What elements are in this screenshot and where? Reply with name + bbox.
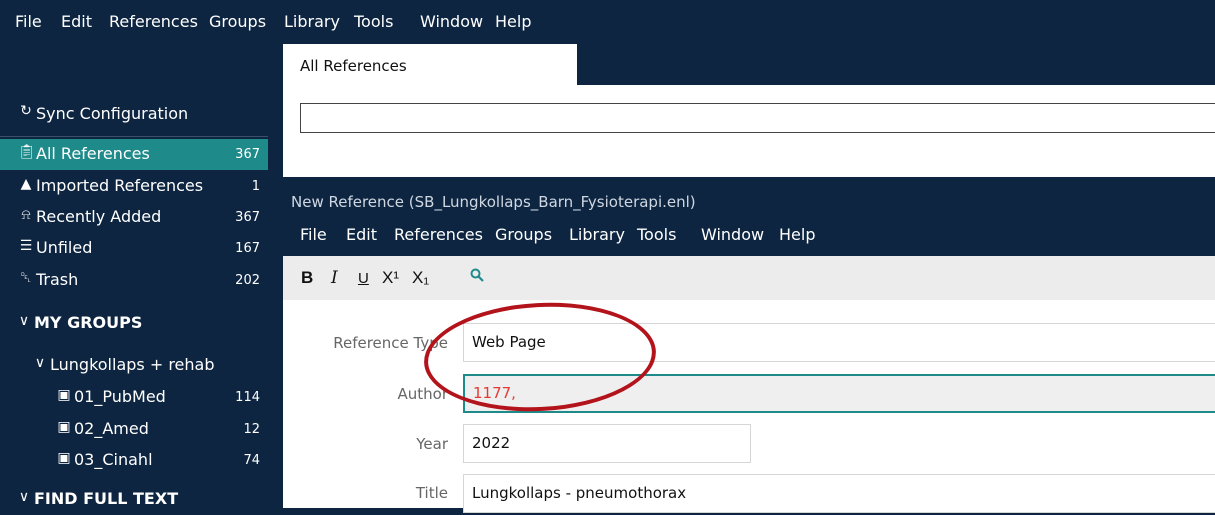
format-toolbar: B I U X¹ X₁ bbox=[283, 256, 1215, 300]
sync-configuration[interactable]: ↻ Sync Configuration bbox=[0, 96, 268, 130]
nr-menu-edit[interactable]: Edit bbox=[346, 225, 377, 244]
group-label: 03_Cinahl bbox=[74, 450, 153, 469]
find-full-text-header[interactable]: ∨ FIND FULL TEXT bbox=[0, 484, 268, 515]
chevron-down-icon: ∨ bbox=[18, 489, 30, 505]
sidebar-item-count: 167 bbox=[235, 241, 260, 256]
menu-window[interactable]: Window bbox=[420, 12, 483, 31]
underline-button[interactable]: U bbox=[358, 270, 369, 287]
chevron-down-icon: ∨ bbox=[18, 313, 30, 329]
find-full-text-label: FIND FULL TEXT bbox=[34, 489, 179, 508]
group-icon: ▣ bbox=[57, 419, 71, 435]
sidebar-item-label: Trash bbox=[36, 270, 79, 289]
group-count: 74 bbox=[243, 453, 260, 468]
reference-type-label: Reference Type bbox=[333, 334, 448, 352]
bell-icon: ⍾ bbox=[21, 207, 31, 223]
sidebar: ↻ Sync Configuration 📋︎ All References 3… bbox=[0, 44, 283, 508]
nr-menu-groups[interactable]: Groups bbox=[495, 225, 552, 244]
group-item-pubmed[interactable]: ▣ 01_PubMed 114 bbox=[0, 382, 268, 413]
group-icon: ▣ bbox=[57, 387, 71, 403]
italic-button[interactable]: I bbox=[331, 268, 338, 288]
group-set-label: Lungkollaps + rehab bbox=[50, 355, 215, 374]
title-field[interactable]: Lungkollaps - pneumothorax bbox=[463, 474, 1215, 513]
sidebar-item-imported-references[interactable]: ▲ Imported References 1 bbox=[0, 171, 268, 202]
group-count: 114 bbox=[235, 390, 260, 405]
sidebar-item-label: Unfiled bbox=[36, 238, 93, 257]
import-icon: ▲ bbox=[20, 176, 32, 192]
sidebar-item-all-references[interactable]: 📋︎ All References 367 bbox=[0, 139, 268, 170]
subscript-button[interactable]: X₁ bbox=[412, 268, 429, 288]
sidebar-item-count: 367 bbox=[235, 147, 260, 162]
group-label: 01_PubMed bbox=[74, 387, 166, 406]
nr-menu-help[interactable]: Help bbox=[779, 225, 815, 244]
nr-menu-library[interactable]: Library bbox=[569, 225, 625, 244]
my-groups-header[interactable]: ∨ MY GROUPS bbox=[0, 308, 268, 339]
sidebar-item-label: Imported References bbox=[36, 176, 204, 195]
sidebar-item-trash[interactable]: ␡ Trash 202 bbox=[0, 265, 268, 296]
group-icon: ▣ bbox=[57, 450, 71, 466]
menu-file[interactable]: File bbox=[15, 12, 42, 31]
sidebar-item-label: All References bbox=[36, 144, 150, 163]
sidebar-item-unfiled[interactable]: ☰ Unfiled 167 bbox=[0, 233, 268, 264]
nr-menu-references[interactable]: References bbox=[394, 225, 483, 244]
tab-label: All References bbox=[300, 57, 407, 75]
new-reference-titlebar: New Reference (SB_Lungkollaps_Barn_Fysio… bbox=[283, 177, 1215, 256]
menu-references[interactable]: References bbox=[109, 12, 198, 31]
sync-icon: ↻ bbox=[20, 103, 32, 119]
tab-all-references[interactable]: All References bbox=[283, 44, 577, 85]
sidebar-item-count: 367 bbox=[235, 210, 260, 225]
trash-icon: ␡ bbox=[20, 270, 32, 286]
nr-menu-tools[interactable]: Tools bbox=[637, 225, 676, 244]
my-groups-label: MY GROUPS bbox=[34, 313, 143, 332]
search-icon[interactable] bbox=[470, 268, 484, 282]
main-menubar: File Edit References Groups Library Tool… bbox=[0, 0, 1215, 44]
menu-tools[interactable]: Tools bbox=[354, 12, 393, 31]
menu-groups[interactable]: Groups bbox=[209, 12, 266, 31]
menu-library[interactable]: Library bbox=[284, 12, 340, 31]
library-top-area bbox=[283, 85, 1215, 177]
sidebar-item-count: 1 bbox=[251, 179, 260, 194]
sidebar-item-recently-added[interactable]: ⍾ Recently Added 367 bbox=[0, 202, 268, 233]
menu-help[interactable]: Help bbox=[495, 12, 531, 31]
menu-edit[interactable]: Edit bbox=[61, 12, 92, 31]
group-set-lungkollaps[interactable]: ∨ Lungkollaps + rehab bbox=[0, 350, 268, 381]
year-field[interactable]: 2022 bbox=[463, 424, 751, 463]
reference-form: Reference Type Web Page Author 1177, Yea… bbox=[283, 300, 1215, 513]
year-label: Year bbox=[416, 435, 448, 453]
sidebar-item-label: Recently Added bbox=[36, 207, 162, 226]
group-count: 12 bbox=[243, 422, 260, 437]
chevron-down-icon: ∨ bbox=[34, 355, 46, 371]
nr-menu-window[interactable]: Window bbox=[701, 225, 764, 244]
list-icon: ☰ bbox=[19, 238, 33, 254]
sidebar-item-count: 202 bbox=[235, 273, 260, 288]
group-item-amed[interactable]: ▣ 02_Amed 12 bbox=[0, 414, 268, 445]
superscript-button[interactable]: X¹ bbox=[382, 268, 399, 288]
nr-menu-file[interactable]: File bbox=[300, 225, 327, 244]
group-item-cinahl[interactable]: ▣ 03_Cinahl 74 bbox=[0, 445, 268, 476]
reference-type-select[interactable]: Web Page bbox=[463, 323, 1215, 362]
new-reference-title: New Reference (SB_Lungkollaps_Barn_Fysio… bbox=[291, 193, 696, 211]
clipboard-icon: 📋︎ bbox=[18, 144, 36, 160]
author-label: Author bbox=[397, 385, 448, 403]
author-field[interactable]: 1177, bbox=[463, 374, 1215, 413]
search-input[interactable] bbox=[300, 103, 1215, 133]
title-label: Title bbox=[415, 484, 448, 502]
sync-label: Sync Configuration bbox=[36, 104, 189, 123]
bold-button[interactable]: B bbox=[301, 268, 313, 288]
group-label: 02_Amed bbox=[74, 419, 149, 438]
sidebar-divider bbox=[0, 136, 268, 137]
